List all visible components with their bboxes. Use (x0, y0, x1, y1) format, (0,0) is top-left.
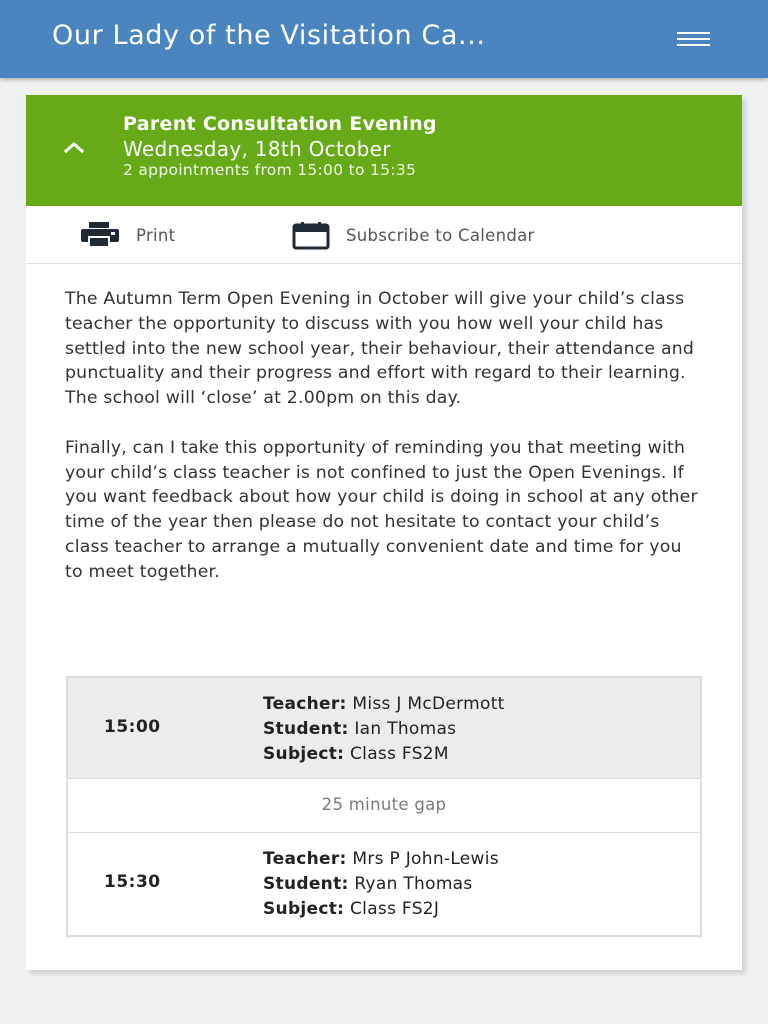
event-card: Parent Consultation Evening Wednesday, 1… (26, 95, 742, 970)
appointment-details: Teacher: Miss J McDermott Student: Ian T… (263, 692, 505, 766)
event-header-toggle[interactable]: Parent Consultation Evening Wednesday, 1… (26, 95, 742, 206)
printer-icon (81, 222, 119, 248)
appointment-time: 15:00 (104, 717, 161, 737)
subject-label: Subject: (263, 743, 345, 764)
calendar-icon (292, 222, 330, 250)
subscribe-calendar-label: Subscribe to Calendar (346, 226, 535, 245)
subject-name: Class FS2J (350, 898, 440, 919)
event-title: Parent Consultation Evening (123, 113, 437, 135)
gap-row: 25 minute gap (68, 779, 700, 833)
teacher-name: Mrs P John-Lewis (352, 849, 499, 869)
appointment-time: 15:30 (104, 872, 161, 892)
event-date: Wednesday, 18th October (123, 137, 391, 161)
teacher-name: Miss J McDermott (352, 694, 505, 714)
print-button[interactable]: Print (78, 206, 198, 264)
school-title: Our Lady of the Visitation Ca... (52, 20, 486, 51)
subject-label: Subject: (263, 898, 345, 919)
student-name: Ryan Thomas (354, 873, 473, 894)
description-paragraph: Finally, can I take this opportunity of … (65, 437, 698, 582)
teacher-label: Teacher: (263, 694, 347, 714)
student-label: Student: (263, 718, 349, 739)
teacher-label: Teacher: (263, 849, 347, 869)
gap-text: 25 minute gap (321, 795, 447, 814)
description-paragraph: The Autumn Term Open Evening in October … (65, 289, 695, 409)
print-label: Print (136, 226, 176, 245)
student-name: Ian Thomas (354, 718, 457, 739)
action-bar: Print Subscribe to Calendar (26, 206, 742, 264)
hamburger-menu-icon[interactable] (672, 26, 716, 54)
subscribe-calendar-button[interactable]: Subscribe to Calendar (290, 206, 600, 264)
top-app-bar: Our Lady of the Visitation Ca... (0, 0, 768, 78)
subject-name: Class FS2M (350, 743, 449, 764)
event-description: The Autumn Term Open Evening in October … (65, 287, 705, 609)
student-label: Student: (263, 873, 349, 894)
chevron-up-icon (63, 142, 85, 154)
appointment-row: 15:00 Teacher: Miss J McDermott Student:… (68, 678, 700, 779)
appointment-row: 15:30 Teacher: Mrs P John-Lewis Student:… (68, 833, 700, 935)
appointments-summary: 2 appointments from 15:00 to 15:35 (123, 161, 417, 179)
appointments-table: 15:00 Teacher: Miss J McDermott Student:… (66, 676, 702, 937)
appointment-details: Teacher: Mrs P John-Lewis Student: Ryan … (263, 847, 499, 921)
